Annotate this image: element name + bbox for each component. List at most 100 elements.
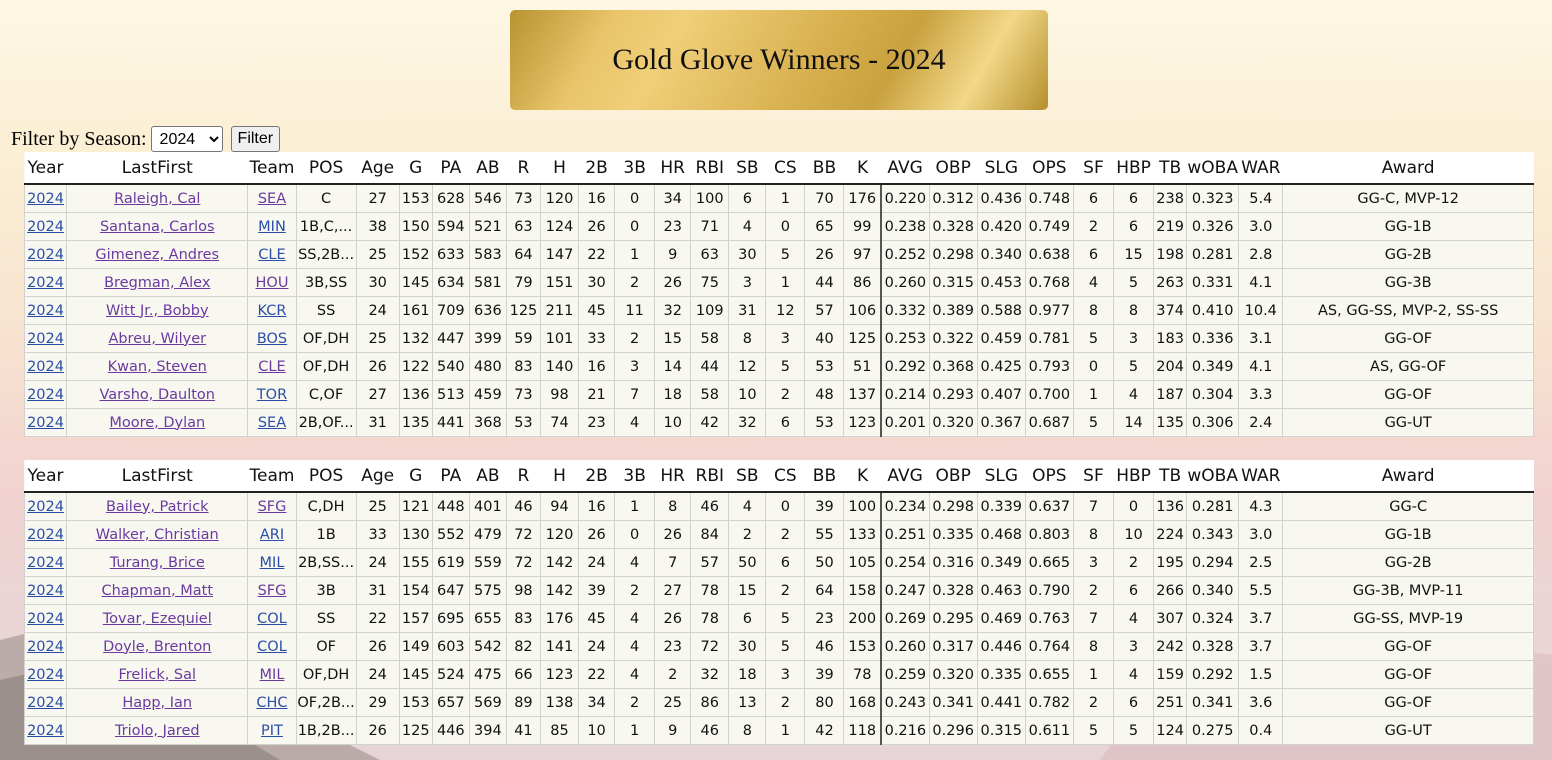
cell-pa: 633 [432, 240, 470, 269]
cell-k: 125 [843, 324, 883, 353]
cell-rbi: 109 [690, 296, 730, 325]
player-link[interactable]: Raleigh, Cal [114, 191, 200, 207]
year-link[interactable]: 2024 [27, 555, 64, 571]
cell-lastfirst: Kwan, Steven [66, 352, 249, 381]
cell-woba: 0.328 [1186, 632, 1240, 661]
cell-award: GG-UT [1282, 408, 1534, 437]
title-banner: Gold Glove Winners - 2024 [510, 10, 1048, 110]
team-link[interactable]: CLE [258, 359, 285, 375]
cell-pos: 2B,SS... [296, 548, 357, 577]
cell-pos: 1B,2B... [296, 716, 357, 745]
cell-sf: 4 [1073, 268, 1115, 297]
year-link[interactable]: 2024 [27, 723, 64, 739]
year-link[interactable]: 2024 [27, 667, 64, 683]
team-link[interactable]: MIL [260, 555, 285, 571]
player-link[interactable]: Walker, Christian [96, 527, 219, 543]
cell-bb: 55 [804, 520, 845, 549]
page-title: Gold Glove Winners - 2024 [612, 43, 946, 76]
player-link[interactable]: Turang, Brice [110, 555, 205, 571]
team-link[interactable]: MIN [258, 219, 286, 235]
cell-hr: 8 [654, 492, 692, 521]
filter-button[interactable]: Filter [230, 126, 281, 152]
cell-slg: 0.425 [977, 352, 1026, 381]
player-link[interactable]: Kwan, Steven [108, 359, 207, 375]
team-link[interactable]: SFG [258, 499, 287, 515]
cell-avg: 0.238 [881, 212, 930, 241]
team-link[interactable]: SEA [258, 191, 286, 207]
cell-hbp: 8 [1113, 296, 1155, 325]
cell-ops: 0.638 [1025, 240, 1074, 269]
cell-2b: 45 [578, 604, 616, 633]
cell-k: 99 [843, 212, 883, 241]
player-link[interactable]: Gimenez, Andres [95, 247, 219, 263]
cell-pa: 441 [432, 408, 470, 437]
year-link[interactable]: 2024 [27, 415, 64, 431]
year-link[interactable]: 2024 [27, 583, 64, 599]
cell-h: 211 [540, 296, 580, 325]
player-link[interactable]: Frelick, Sal [118, 667, 196, 683]
year-link[interactable]: 2024 [27, 191, 64, 207]
team-link[interactable]: SEA [258, 415, 286, 431]
team-link[interactable]: BOS [257, 331, 287, 347]
team-link[interactable]: PIT [261, 723, 283, 739]
year-link[interactable]: 2024 [27, 247, 64, 263]
year-link[interactable]: 2024 [27, 695, 64, 711]
player-link[interactable]: Happ, Ian [122, 695, 192, 711]
cell-woba: 0.349 [1186, 352, 1240, 381]
player-link[interactable]: Santana, Carlos [100, 219, 215, 235]
cell-tb: 159 [1153, 660, 1188, 689]
player-link[interactable]: Bailey, Patrick [106, 499, 209, 515]
column-header: CS [765, 460, 805, 493]
team-link[interactable]: HOU [256, 275, 289, 291]
year-link[interactable]: 2024 [27, 499, 64, 515]
season-select[interactable]: 2024 [150, 126, 223, 152]
player-link[interactable]: Chapman, Matt [101, 583, 213, 599]
team-link[interactable]: MIL [260, 667, 285, 683]
player-link[interactable]: Bregman, Alex [104, 275, 210, 291]
cell-avg: 0.216 [881, 716, 930, 745]
year-link[interactable]: 2024 [27, 275, 64, 291]
team-link[interactable]: TOR [257, 387, 287, 403]
year-link[interactable]: 2024 [27, 359, 64, 375]
team-link[interactable]: CLE [258, 247, 285, 263]
table-row: 2024 Witt Jr., Bobby KCR SS 24 161 709 636 125 21… [23, 296, 1534, 325]
player-link[interactable]: Triolo, Jared [115, 723, 200, 739]
team-link[interactable]: ARI [260, 527, 284, 543]
team-link[interactable]: SFG [258, 583, 287, 599]
team-link[interactable]: COL [257, 611, 287, 627]
team-link[interactable]: CHC [256, 695, 287, 711]
cell-woba: 0.343 [1186, 520, 1240, 549]
cell-r: 89 [506, 688, 541, 717]
year-link[interactable]: 2024 [27, 639, 64, 655]
cell-war: 2.8 [1238, 240, 1284, 269]
year-link[interactable]: 2024 [27, 303, 64, 319]
cell-woba: 0.281 [1186, 492, 1240, 521]
player-link[interactable]: Witt Jr., Bobby [106, 303, 209, 319]
year-link[interactable]: 2024 [27, 611, 64, 627]
cell-h: 74 [540, 408, 580, 437]
cell-bb: 42 [804, 716, 845, 745]
cell-hr: 25 [654, 688, 692, 717]
player-link[interactable]: Abreu, Wilyer [108, 331, 206, 347]
cell-slg: 0.441 [977, 688, 1026, 717]
year-link[interactable]: 2024 [27, 219, 64, 235]
cell-h: 101 [540, 324, 580, 353]
column-header: HBP [1113, 152, 1154, 185]
year-link[interactable]: 2024 [27, 387, 64, 403]
cell-bb: 44 [804, 268, 845, 297]
cell-sb: 18 [728, 660, 767, 689]
team-link[interactable]: COL [257, 639, 287, 655]
cell-ops: 0.977 [1025, 296, 1074, 325]
player-link[interactable]: Varsho, Daulton [100, 387, 216, 403]
player-link[interactable]: Moore, Dylan [109, 415, 205, 431]
year-link[interactable]: 2024 [27, 331, 64, 347]
cell-lastfirst: Chapman, Matt [66, 576, 249, 605]
cell-2b: 16 [578, 352, 616, 381]
player-link[interactable]: Doyle, Brenton [103, 639, 211, 655]
cell-3b: 2 [614, 268, 656, 297]
team-link[interactable]: KCR [258, 303, 287, 319]
column-header: POS [296, 460, 357, 493]
year-link[interactable]: 2024 [27, 527, 64, 543]
cell-2b: 23 [578, 408, 616, 437]
player-link[interactable]: Tovar, Ezequiel [103, 611, 212, 627]
